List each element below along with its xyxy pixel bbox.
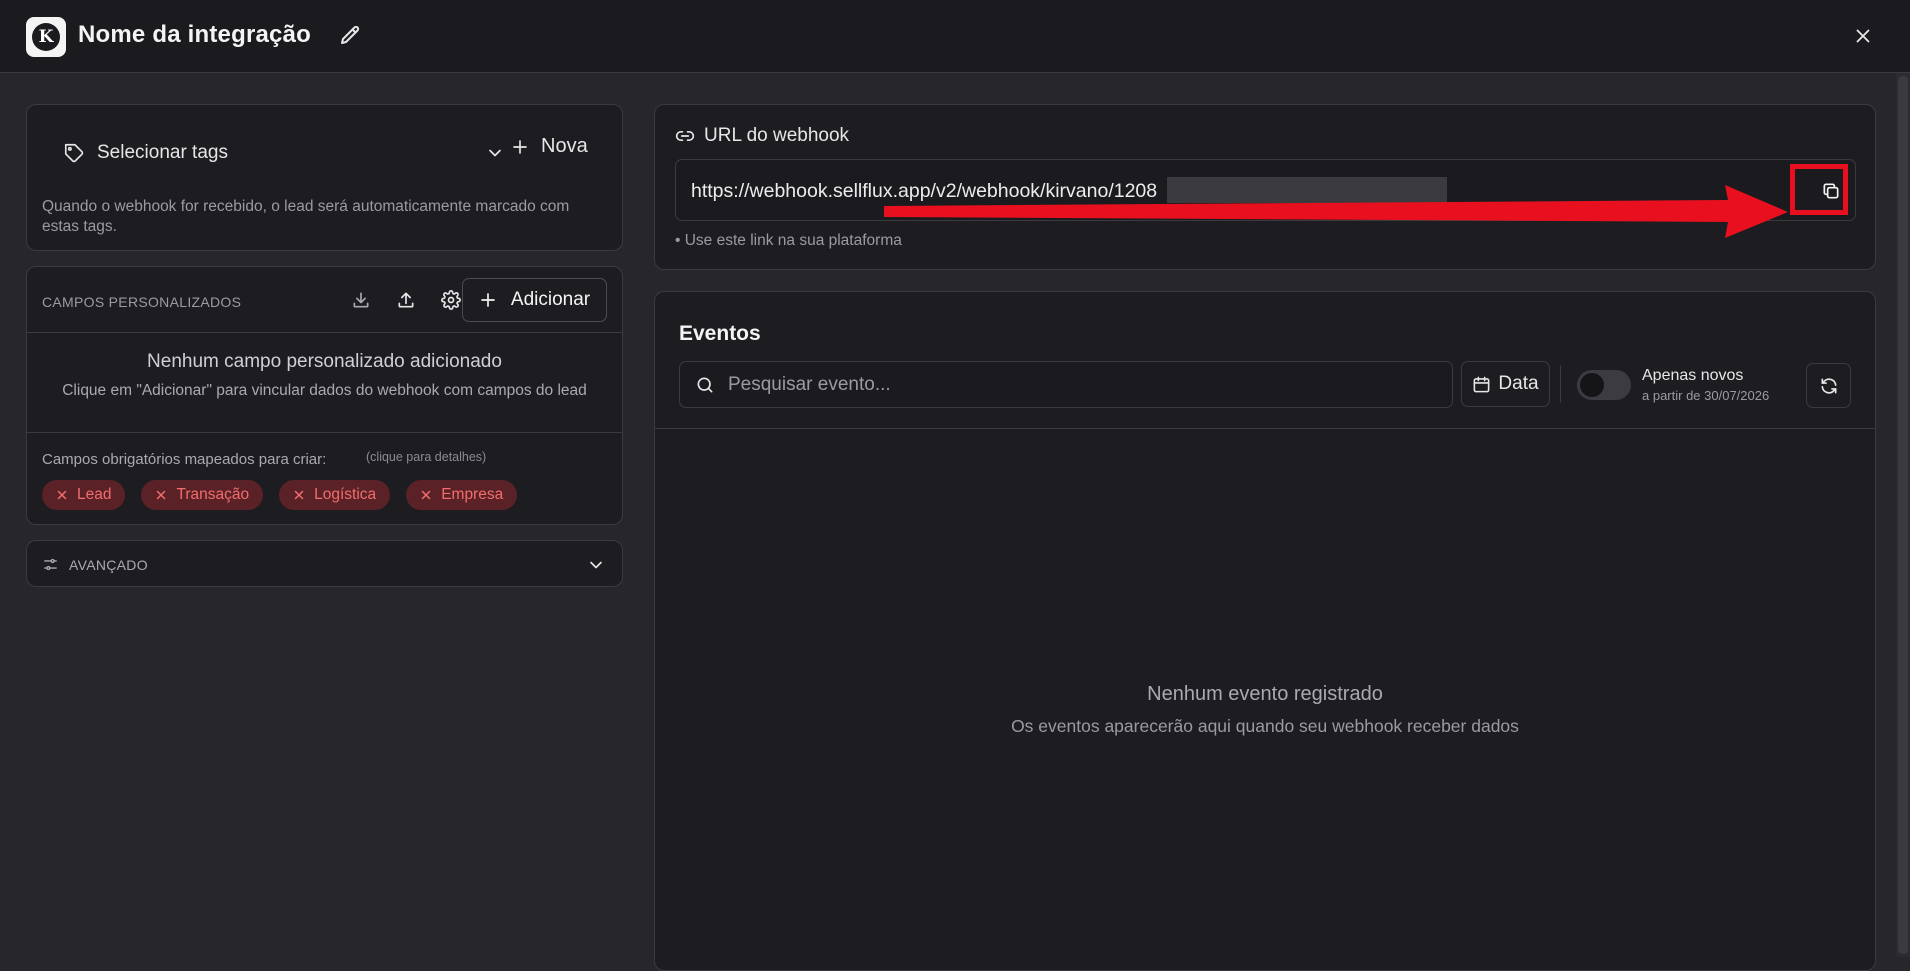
required-chip-empresa[interactable]: Empresa [406, 480, 518, 510]
only-new-date: a partir de 30/07/2026 [1642, 388, 1770, 403]
webhook-url-field[interactable]: https://webhook.sellflux.app/v2/webhook/… [675, 159, 1856, 221]
close-icon [157, 490, 166, 500]
logo-letter: K [32, 23, 60, 51]
required-fields-details-link[interactable]: (clique para detalhes) [366, 450, 486, 464]
custom-fields-card: CAMPOS PERSONALIZADOS Adicionar Nenhum c… [26, 266, 623, 525]
custom-fields-empty-title: Nenhum campo personalizado adicionado [147, 351, 502, 372]
events-search-input[interactable] [728, 370, 1428, 400]
close-icon [294, 490, 304, 500]
app-logo: K [26, 17, 66, 57]
toolbar-divider [1560, 365, 1561, 403]
new-tag-button[interactable]: Nova [511, 135, 588, 158]
date-filter-button[interactable]: Data [1461, 361, 1550, 407]
close-icon[interactable] [1852, 25, 1874, 47]
sliders-icon [44, 558, 57, 571]
copy-url-button[interactable] [1818, 178, 1844, 204]
plus-icon [513, 139, 527, 154]
tags-card: Selecionar tags Nova Quando o webhook fo… [26, 104, 623, 251]
gear-icon [441, 290, 461, 310]
page-title: Nome da integração [78, 21, 311, 48]
webhook-url-title: URL do webhook [704, 125, 850, 146]
advanced-label: AVANÇADO [69, 557, 148, 573]
chevron-down-icon [590, 561, 602, 569]
custom-fields-empty-subtitle: Clique em "Adicionar" para vincular dado… [62, 382, 587, 399]
tags-select-dropdown[interactable]: Selecionar tags [63, 133, 505, 173]
only-new-toggle[interactable] [1577, 370, 1631, 400]
chip-label: Lead [77, 486, 112, 503]
top-bar: K Nome da integração [0, 0, 1910, 73]
chevron-down-icon [489, 149, 501, 157]
required-chip-transacao[interactable]: Transação [141, 480, 264, 510]
download-icon [353, 292, 369, 308]
redacted-url-segment [1167, 177, 1447, 203]
advanced-section-toggle[interactable]: AVANÇADO [26, 540, 623, 587]
events-card: Eventos Data Apenas novos a partir de 30… [654, 291, 1876, 971]
close-icon [57, 490, 67, 500]
events-title: Eventos [679, 322, 761, 345]
tags-help-text: Quando o webhook for recebido, o lead se… [42, 198, 570, 235]
add-field-label: Adicionar [510, 289, 591, 310]
required-chip-lead[interactable]: Lead [42, 480, 126, 510]
upload-icon [398, 292, 414, 308]
new-tag-label: Nova [541, 135, 588, 157]
download-button[interactable] [347, 286, 375, 314]
refresh-icon [1821, 377, 1836, 394]
upload-button[interactable] [392, 286, 420, 314]
scrollbar-thumb[interactable] [1898, 76, 1908, 954]
webhook-url-text[interactable]: https://webhook.sellflux.app/v2/webhook/… [691, 180, 1157, 203]
custom-fields-header: CAMPOS PERSONALIZADOS Adicionar [27, 267, 622, 333]
refresh-button[interactable] [1806, 363, 1851, 408]
chip-label: Transação [176, 486, 250, 503]
add-field-button[interactable]: Adicionar [462, 278, 607, 322]
chip-label: Empresa [441, 486, 504, 503]
toggle-knob [1580, 373, 1604, 397]
custom-fields-title: CAMPOS PERSONALIZADOS [42, 294, 242, 310]
chip-label: Logística [314, 486, 377, 503]
calendar-icon [1474, 376, 1490, 392]
copy-icon [1823, 183, 1839, 199]
date-filter-label: Data [1498, 373, 1539, 394]
custom-fields-empty-state: Nenhum campo personalizado adicionado Cl… [27, 333, 622, 433]
events-empty-subtitle: Os eventos aparecerão aqui quando seu we… [1011, 716, 1519, 736]
webhook-url-card: URL do webhook https://webhook.sellflux.… [654, 104, 1876, 270]
tags-select-label: Selecionar tags [97, 142, 228, 163]
webhook-url-note: • Use este link na sua plataforma [675, 232, 902, 249]
events-divider [655, 428, 1875, 429]
tag-icon [64, 143, 84, 163]
only-new-label: Apenas novos [1642, 367, 1744, 384]
events-empty-title: Nenhum evento registrado [1147, 683, 1383, 705]
required-fields-label: Campos obrigatórios mapeados para criar: [42, 451, 327, 468]
pencil-icon[interactable] [338, 24, 362, 48]
plus-icon [481, 293, 495, 307]
link-icon [675, 131, 695, 141]
required-chip-logistica[interactable]: Logística [279, 480, 391, 510]
close-icon [421, 490, 431, 500]
webhook-url-header: URL do webhook [675, 125, 849, 147]
events-search-box[interactable] [679, 361, 1453, 408]
required-fields-chips: Lead Transação Logística Empresa [42, 480, 518, 510]
search-icon [697, 377, 713, 393]
settings-button[interactable] [437, 286, 465, 314]
